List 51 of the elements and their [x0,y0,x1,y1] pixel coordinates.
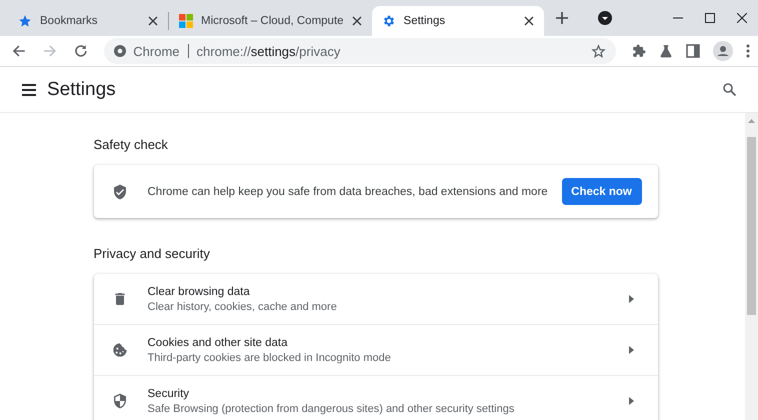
settings-row[interactable]: Security Safe Browsing (protection from dangerous sites) and other security settings [94,375,658,420]
site-label: Chrome [133,44,180,58]
avatar-icon [713,41,733,61]
caret-icon [628,295,634,303]
more-menu-icon [746,44,750,58]
row-subtitle: Clear history, cookies, cache and more [148,300,338,312]
section-heading: Privacy and security [94,246,211,261]
row-title: Clear browsing data [148,286,251,298]
tab-title: Microsoft – Cloud, Compute [201,15,344,27]
row-title: Security [148,388,190,400]
flask-icon [659,44,673,58]
back-arrow-icon [12,44,26,58]
scrollbar[interactable] [745,113,758,420]
side-panel-icon [686,44,700,58]
browser-tab[interactable]: Bookmarks [8,6,168,36]
close-icon[interactable] [524,16,534,26]
chrome-site-icon [114,45,126,57]
close-icon [737,13,747,23]
puzzle-icon [632,44,646,58]
browser-tab[interactable]: Settings [372,6,544,36]
shield-icon [112,393,128,409]
row-title: Cookies and other site data [148,336,289,348]
check-now-button[interactable]: Check now [562,178,642,205]
caret-icon [628,397,634,405]
search-icon [723,83,736,96]
caret-icon [628,346,634,354]
safety-check-text: Chrome can help keep you safe from data breaches, bad extensions and more [148,186,549,198]
maximize-icon [705,13,715,23]
bookmark-star-icon [591,44,606,58]
row-subtitle: Safe Browsing (protection from dangerous sites) and other security settings [148,402,516,414]
settings-row[interactable]: Clear browsing data Clear history, cookies, cache and more [94,274,658,324]
page-title: Settings [47,78,117,100]
menu-icon [22,84,36,96]
windows-logo-icon [179,14,193,28]
tab-title: Settings [404,15,446,27]
plus-icon [556,12,568,24]
row-subtitle: Third-party cookies are blocked in Incognito mode [148,352,392,364]
settings-row[interactable]: Cookies and other site data Third-party cookies are blocked in Incognito mode [94,324,658,375]
star-icon [18,14,32,28]
cookie-icon [112,342,128,358]
gear-icon [382,14,396,28]
dropdown-icon [598,11,612,25]
close-icon[interactable] [148,16,158,26]
browser-tab[interactable]: Microsoft – Cloud, Compute [169,6,372,36]
address-bar[interactable]: Chrome chrome://settings/privacy [104,38,616,64]
reload-icon [74,44,88,58]
tab-title: Bookmarks [40,15,99,27]
close-icon[interactable] [352,16,362,26]
shield-check-icon [112,184,128,200]
url-text: chrome://settings/privacy [196,44,340,58]
section-heading: Safety check [94,137,169,152]
